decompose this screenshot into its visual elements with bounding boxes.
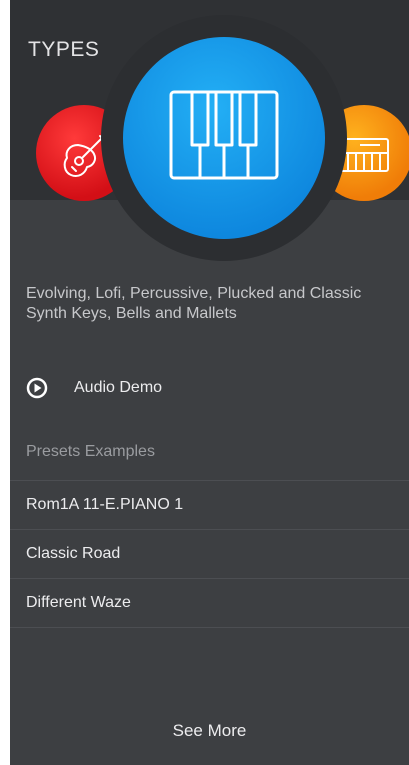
audio-demo-label: Audio Demo — [74, 379, 163, 396]
page-title: TYPES — [28, 38, 100, 61]
instrument-type-panel: TYPES Evolving, Lofi, Percussive, Plucke… — [10, 0, 409, 765]
piano-keys-icon — [169, 90, 279, 180]
see-more-button[interactable]: See More — [10, 721, 409, 741]
preset-list: Rom1A 11-E.PIANO 1 Classic Road Differen… — [10, 480, 409, 628]
preset-item[interactable]: Classic Road — [10, 529, 409, 578]
audio-demo-button[interactable]: Audio Demo — [26, 376, 162, 400]
play-circle-icon — [26, 377, 48, 399]
type-description: Evolving, Lofi, Percussive, Plucked and … — [26, 285, 362, 322]
presets-heading: Presets Examples — [26, 443, 155, 460]
type-item-keys-selected[interactable] — [123, 37, 325, 239]
preset-item[interactable]: Different Waze — [10, 578, 409, 628]
preset-item[interactable]: Rom1A 11-E.PIANO 1 — [10, 480, 409, 529]
